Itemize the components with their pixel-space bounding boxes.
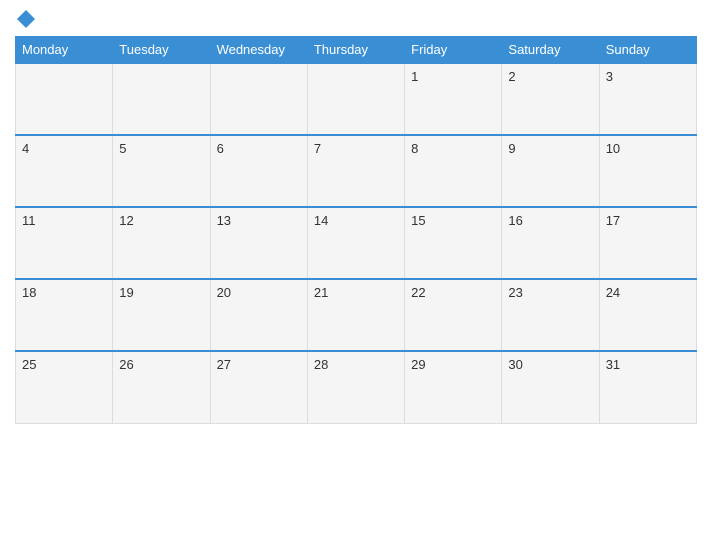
day-number: 2 <box>508 69 515 84</box>
day-number: 6 <box>217 141 224 156</box>
day-number: 4 <box>22 141 29 156</box>
calendar-day-cell: 11 <box>16 207 113 279</box>
day-number: 3 <box>606 69 613 84</box>
day-number: 13 <box>217 213 231 228</box>
calendar-day-cell: 29 <box>405 351 502 423</box>
calendar-day-cell: 22 <box>405 279 502 351</box>
day-number: 16 <box>508 213 522 228</box>
day-number: 28 <box>314 357 328 372</box>
day-number: 7 <box>314 141 321 156</box>
day-number: 8 <box>411 141 418 156</box>
calendar-week-row: 11 12 13 14 15 16 17 <box>16 207 697 279</box>
calendar-day-cell: 17 <box>599 207 696 279</box>
day-number: 12 <box>119 213 133 228</box>
day-number: 17 <box>606 213 620 228</box>
calendar-day-cell: 23 <box>502 279 599 351</box>
calendar-day-cell: 12 <box>113 207 210 279</box>
weekday-header-row: Monday Tuesday Wednesday Thursday Friday… <box>16 37 697 64</box>
header-sunday: Sunday <box>599 37 696 64</box>
calendar-day-cell: 5 <box>113 135 210 207</box>
calendar-day-cell: 14 <box>307 207 404 279</box>
calendar-day-cell: 18 <box>16 279 113 351</box>
calendar-day-cell <box>16 63 113 135</box>
calendar-day-cell: 10 <box>599 135 696 207</box>
calendar-day-cell: 31 <box>599 351 696 423</box>
day-number: 22 <box>411 285 425 300</box>
day-number: 10 <box>606 141 620 156</box>
header-monday: Monday <box>16 37 113 64</box>
calendar-day-cell: 20 <box>210 279 307 351</box>
calendar-day-cell: 27 <box>210 351 307 423</box>
calendar-day-cell <box>307 63 404 135</box>
day-number: 31 <box>606 357 620 372</box>
day-number: 19 <box>119 285 133 300</box>
day-number: 5 <box>119 141 126 156</box>
logo-diamond-icon <box>17 10 35 28</box>
calendar-day-cell: 3 <box>599 63 696 135</box>
calendar-day-cell: 19 <box>113 279 210 351</box>
calendar-day-cell: 30 <box>502 351 599 423</box>
day-number: 21 <box>314 285 328 300</box>
calendar-week-row: 1 2 3 <box>16 63 697 135</box>
day-number: 25 <box>22 357 36 372</box>
header-tuesday: Tuesday <box>113 37 210 64</box>
calendar-day-cell: 7 <box>307 135 404 207</box>
day-number: 9 <box>508 141 515 156</box>
day-number: 1 <box>411 69 418 84</box>
calendar-day-cell: 4 <box>16 135 113 207</box>
day-number: 18 <box>22 285 36 300</box>
header-friday: Friday <box>405 37 502 64</box>
calendar-table: Monday Tuesday Wednesday Thursday Friday… <box>15 36 697 424</box>
day-number: 24 <box>606 285 620 300</box>
day-number: 11 <box>22 213 36 228</box>
calendar-day-cell: 25 <box>16 351 113 423</box>
page: Monday Tuesday Wednesday Thursday Friday… <box>0 0 712 550</box>
calendar-day-cell: 26 <box>113 351 210 423</box>
calendar-day-cell: 15 <box>405 207 502 279</box>
calendar-day-cell: 13 <box>210 207 307 279</box>
calendar-week-row: 4 5 6 7 8 9 10 <box>16 135 697 207</box>
header-saturday: Saturday <box>502 37 599 64</box>
logo <box>15 10 37 28</box>
calendar-day-cell: 9 <box>502 135 599 207</box>
calendar-day-cell: 6 <box>210 135 307 207</box>
day-number: 29 <box>411 357 425 372</box>
header-wednesday: Wednesday <box>210 37 307 64</box>
calendar-day-cell <box>113 63 210 135</box>
calendar-week-row: 18 19 20 21 22 23 24 <box>16 279 697 351</box>
day-number: 27 <box>217 357 231 372</box>
header <box>15 10 697 28</box>
day-number: 20 <box>217 285 231 300</box>
calendar-day-cell: 16 <box>502 207 599 279</box>
calendar-day-cell: 2 <box>502 63 599 135</box>
calendar-day-cell: 8 <box>405 135 502 207</box>
calendar-day-cell: 24 <box>599 279 696 351</box>
calendar-week-row: 25 26 27 28 29 30 31 <box>16 351 697 423</box>
calendar-day-cell <box>210 63 307 135</box>
day-number: 15 <box>411 213 425 228</box>
day-number: 30 <box>508 357 522 372</box>
day-number: 26 <box>119 357 133 372</box>
calendar-day-cell: 1 <box>405 63 502 135</box>
day-number: 14 <box>314 213 328 228</box>
calendar-day-cell: 28 <box>307 351 404 423</box>
day-number: 23 <box>508 285 522 300</box>
calendar-day-cell: 21 <box>307 279 404 351</box>
header-thursday: Thursday <box>307 37 404 64</box>
